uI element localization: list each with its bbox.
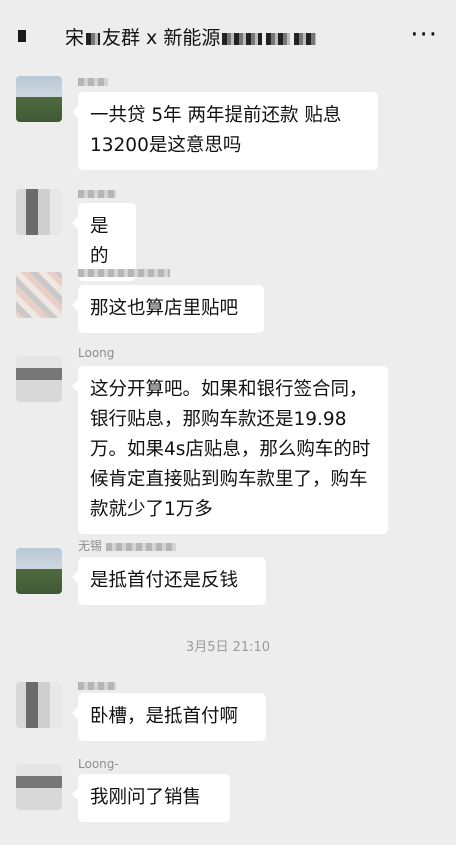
avatar[interactable] xyxy=(16,189,62,235)
message-bubble[interactable]: 卧槽，是抵首付啊 xyxy=(72,693,266,741)
back-icon[interactable] xyxy=(18,30,26,42)
sender-name xyxy=(78,186,116,200)
avatar[interactable] xyxy=(16,76,62,122)
sender-name: 无锡 xyxy=(78,537,176,554)
avatar[interactable] xyxy=(16,682,62,728)
avatar[interactable] xyxy=(16,356,62,402)
sender-name xyxy=(78,678,116,692)
redacted-mosaic xyxy=(222,32,263,45)
message-bubble[interactable]: 那这也算店里贴吧 xyxy=(72,285,264,333)
avatar[interactable] xyxy=(16,272,62,318)
redacted-mosaic xyxy=(86,32,101,45)
message-bubble[interactable]: 这分开算吧。如果和银行签合同，银行贴息，那购车款还是19.98万。如果4s店贴息… xyxy=(72,366,388,534)
redacted-mosaic xyxy=(294,32,317,45)
message-bubble[interactable]: 我刚问了销售 xyxy=(72,774,230,822)
title-prefix: 宋 xyxy=(65,27,85,49)
sender-name: Loong- xyxy=(78,757,119,771)
avatar[interactable] xyxy=(16,548,62,594)
message-bubble[interactable]: 一共贷 5年 两年提前还款 贴息 13200是这意思吗 xyxy=(72,92,378,170)
chat-header: 宋友群 x 新能源 ··· xyxy=(0,0,456,70)
title-main: 友群 x 新能源 xyxy=(102,27,221,49)
sender-name xyxy=(78,265,170,279)
chat-timestamp: 3月5日 21:10 xyxy=(185,640,271,655)
chat-title: 宋友群 x 新能源 xyxy=(65,23,318,50)
redacted-mosaic xyxy=(266,32,291,45)
sender-name: Loong xyxy=(78,346,115,360)
avatar[interactable] xyxy=(16,764,62,810)
more-dots-icon[interactable]: ··· xyxy=(410,22,438,48)
message-bubble[interactable]: 是抵首付还是反钱 xyxy=(72,557,266,605)
sender-name xyxy=(78,74,108,88)
